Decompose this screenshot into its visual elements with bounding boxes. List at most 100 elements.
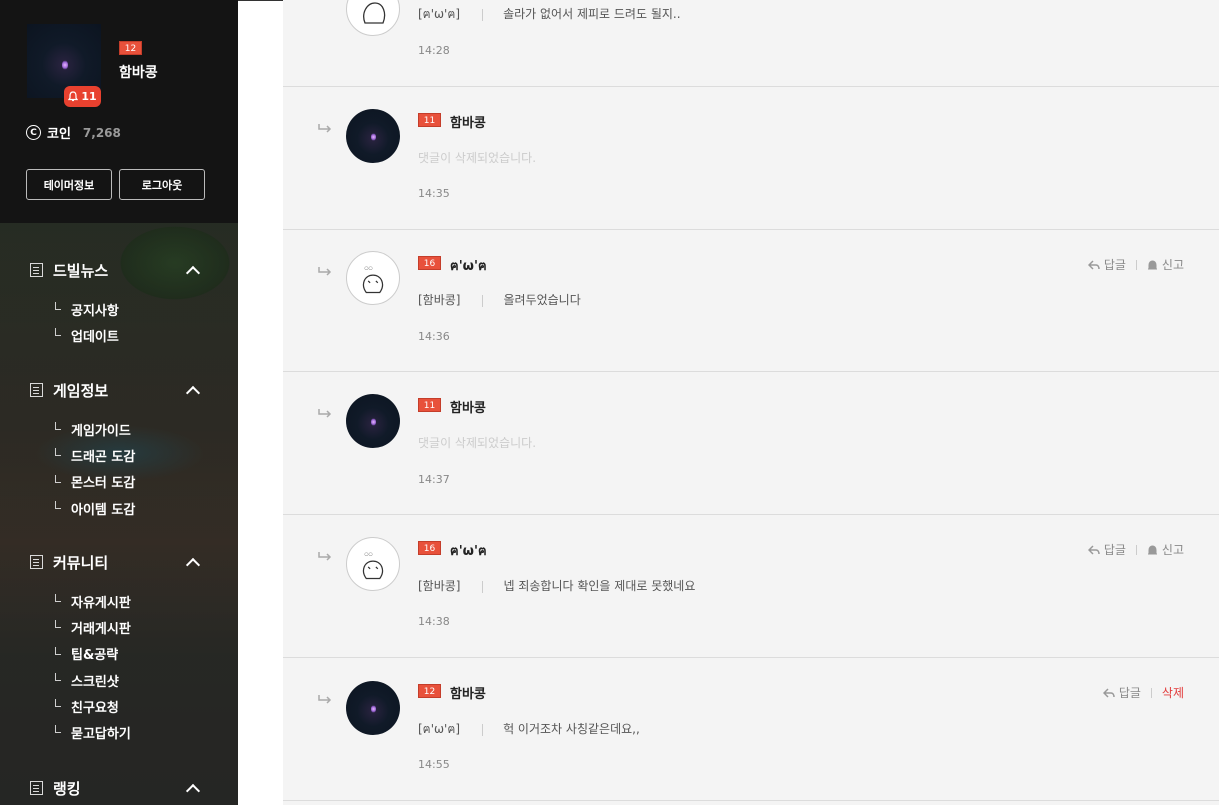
comment-text: [함바콩] 넵 죄송합니다 확인을 제대로 못했네요 [418, 577, 695, 594]
notification-badge[interactable]: 11 [64, 86, 101, 107]
reply-button[interactable]: 답글 [1087, 256, 1126, 273]
comment-list: [ฅ'ω'ฅ] 솔라가 없어서 제피로 드려도 될지.. 14:28 11 함바콩… [283, 0, 1219, 805]
cat-drawing-icon: ○○ [362, 266, 384, 294]
avatar[interactable] [346, 109, 400, 163]
sidebar-item-notice[interactable]: 공지사항 [0, 296, 238, 322]
sub-item-icon [55, 302, 61, 310]
reply-label: 답글 [1103, 543, 1126, 557]
sidebar-item-label: 스크린샷 [71, 674, 119, 690]
delete-button[interactable]: 삭제 [1162, 684, 1184, 701]
chevron-up-icon[interactable] [185, 385, 201, 401]
document-icon [30, 383, 43, 397]
report-button[interactable]: 신고 [1147, 256, 1184, 273]
avatar[interactable] [346, 681, 400, 735]
sidebar: 11 12 함바콩 C 코인 7,268 테이머정보 로그아웃 드빌뉴스 공지사… [0, 0, 238, 805]
sidebar-item-trade-board[interactable]: 거래게시판 [0, 614, 238, 640]
comment-body: 댓글이 삭제되었습니다. [418, 151, 537, 165]
sidebar-item-dragon-dex[interactable]: 드래곤 도감 [0, 442, 238, 468]
report-label: 신고 [1161, 258, 1184, 272]
comment-time: 14:37 [418, 473, 450, 486]
chevron-up-icon[interactable] [185, 783, 201, 799]
sidebar-item-label: 묻고답하기 [71, 727, 131, 743]
menu-head-news[interactable]: 드빌뉴스 [0, 258, 238, 282]
menu-section-news: 드빌뉴스 공지사항 업데이트 [0, 258, 238, 349]
avatar[interactable] [346, 394, 400, 448]
chevron-up-icon[interactable] [185, 265, 201, 281]
level-badge: 12 [119, 41, 142, 55]
sidebar-item-friend-request[interactable]: 친구요청 [0, 693, 238, 719]
menu-title: 커뮤니티 [53, 553, 109, 572]
alert-icon [1147, 545, 1157, 555]
report-label: 신고 [1161, 543, 1184, 557]
sidebar-item-screenshot[interactable]: 스크린샷 [0, 667, 238, 693]
sidebar-item-label: 공지사항 [71, 303, 119, 319]
menu-head-ranking[interactable]: 랭킹 [0, 776, 238, 800]
reply-arrow-icon [318, 552, 332, 561]
comment-item: 11 함바콩 댓글이 삭제되었습니다. 14:37 [283, 372, 1219, 515]
comment-body: 넵 죄송합니다 확인을 제대로 못했네요 [503, 579, 696, 593]
comment-author[interactable]: ฅ'ω'ฅ [450, 255, 487, 276]
menu-section-community: 커뮤니티 자유게시판 거래게시판 팁&공략 스크린샷 친구요청 묻고답하기 [0, 550, 238, 746]
sidebar-item-label: 드래곤 도감 [71, 449, 136, 465]
sidebar-item-label: 아이템 도감 [71, 502, 136, 518]
comment-time: 14:55 [418, 758, 450, 771]
chevron-up-icon[interactable] [185, 557, 201, 573]
sidebar-item-label: 자유게시판 [71, 595, 131, 611]
profile-username: 함바콩 [119, 65, 158, 81]
reply-button[interactable]: 답글 [1087, 541, 1126, 558]
sub-item-icon [55, 620, 61, 629]
level-badge: 11 [418, 398, 441, 412]
comment-body: 올려두었습니다 [503, 293, 581, 307]
sidebar-item-label: 팁&공략 [71, 648, 119, 664]
avatar[interactable]: ○○ [346, 251, 400, 305]
level-badge: 16 [418, 541, 441, 555]
cat-drawing-icon [363, 2, 386, 24]
comment-author[interactable]: 함바콩 [450, 683, 486, 702]
reply-arrow-icon [318, 695, 332, 704]
sidebar-item-monster-dex[interactable]: 몬스터 도감 [0, 469, 238, 495]
logout-button[interactable]: 로그아웃 [119, 169, 205, 200]
comment-time: 14:28 [418, 44, 450, 57]
comment-body: 댓글이 삭제되었습니다. [418, 436, 537, 450]
sidebar-item-item-dex[interactable]: 아이템 도감 [0, 495, 238, 521]
sidebar-item-update[interactable]: 업데이트 [0, 322, 238, 348]
comment-author[interactable]: 함바콩 [450, 112, 486, 131]
reply-button[interactable]: 답글 [1102, 684, 1141, 701]
menu-title: 드빌뉴스 [53, 261, 109, 280]
sidebar-item-qna[interactable]: 묻고답하기 [0, 719, 238, 745]
menu-title: 랭킹 [53, 779, 81, 798]
avatar[interactable] [346, 0, 400, 36]
menu-title: 게임정보 [53, 381, 109, 400]
sub-item-icon [55, 474, 61, 483]
sidebar-item-free-board[interactable]: 자유게시판 [0, 588, 238, 614]
reply-label: 답글 [1118, 686, 1141, 700]
comment-body: 헉 이거조차 사칭같은데요,, [503, 722, 640, 736]
sub-item-icon [55, 646, 61, 655]
reply-arrow-icon [318, 124, 332, 133]
svg-text:○○: ○○ [364, 552, 372, 557]
sidebar-item-tips[interactable]: 팁&공략 [0, 641, 238, 667]
comment-author[interactable]: 함바콩 [450, 397, 486, 416]
comment-text: [ฅ'ω'ฅ] 솔라가 없어서 제피로 드려도 될지.. [418, 5, 681, 24]
sidebar-item-label: 업데이트 [71, 329, 119, 345]
level-badge: 16 [418, 256, 441, 270]
comment-body: 솔라가 없어서 제피로 드려도 될지.. [503, 7, 681, 21]
avatar[interactable]: ○○ [346, 537, 400, 591]
report-button[interactable]: 신고 [1147, 541, 1184, 558]
mention-tag: [함바콩] [418, 579, 461, 593]
profile-info-button[interactable]: 테이머정보 [26, 169, 112, 200]
menu-head-community[interactable]: 커뮤니티 [0, 550, 238, 574]
sidebar-item-guide[interactable]: 게임가이드 [0, 416, 238, 442]
sub-item-icon [55, 500, 61, 509]
menu-head-gameinfo[interactable]: 게임정보 [0, 378, 238, 402]
reply-label: 답글 [1103, 258, 1126, 272]
comment-item: ○○ 16 ฅ'ω'ฅ 답글 신고 [함바콩] 올려두었습니다 14:36 [283, 230, 1219, 372]
comment-author[interactable]: ฅ'ω'ฅ [450, 540, 487, 561]
bell-icon [68, 91, 79, 102]
sub-item-icon [55, 594, 61, 602]
comment-actions: 답글 신고 [1087, 256, 1184, 273]
sub-item-icon [55, 422, 61, 430]
comment-actions: 답글 삭제 [1102, 684, 1184, 701]
sub-item-icon [55, 328, 61, 337]
svg-text:○○: ○○ [364, 266, 372, 271]
